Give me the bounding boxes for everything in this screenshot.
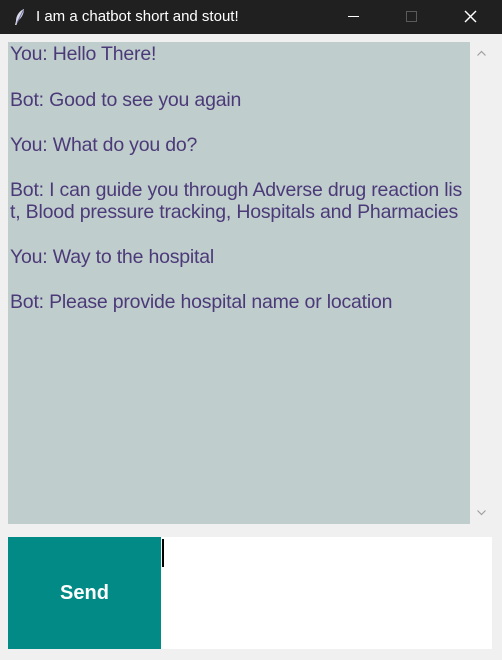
minimize-icon — [348, 16, 359, 17]
maximize-button[interactable] — [388, 0, 434, 34]
scroll-down-button[interactable] — [471, 502, 492, 524]
feather-icon — [13, 8, 27, 26]
close-icon — [464, 10, 477, 23]
maximize-icon — [406, 11, 417, 22]
window-title: I am a chatbot short and stout! — [36, 8, 239, 25]
chat-message: Bot: Please provide hospital name or loc… — [10, 291, 393, 313]
chat-log[interactable]: You: Hello There! Bot: Good to see you a… — [8, 42, 470, 524]
chat-message: Bot: Good to see you again — [10, 89, 242, 111]
chat-message: You: Way to the hospital — [10, 246, 215, 268]
minimize-button[interactable] — [330, 0, 376, 34]
send-button[interactable]: Send — [8, 537, 161, 649]
close-button[interactable] — [447, 0, 493, 34]
chat-message: You: What do you do? — [10, 134, 198, 156]
message-input[interactable] — [161, 537, 492, 649]
scroll-up-button[interactable] — [471, 42, 492, 64]
text-caret — [162, 539, 164, 567]
chevron-up-icon — [477, 50, 486, 56]
chat-message-continuation: t, Blood pressure tracking, Hospitals an… — [10, 201, 459, 223]
chat-message: You: Hello There! — [10, 43, 157, 65]
chevron-down-icon — [477, 510, 486, 516]
chat-scrollbar[interactable] — [471, 42, 492, 524]
chatbot-window: I am a chatbot short and stout! You: Hel… — [0, 0, 502, 660]
title-bar[interactable]: I am a chatbot short and stout! — [0, 0, 502, 34]
chat-message: Bot: I can guide you through Adverse dru… — [10, 179, 463, 201]
